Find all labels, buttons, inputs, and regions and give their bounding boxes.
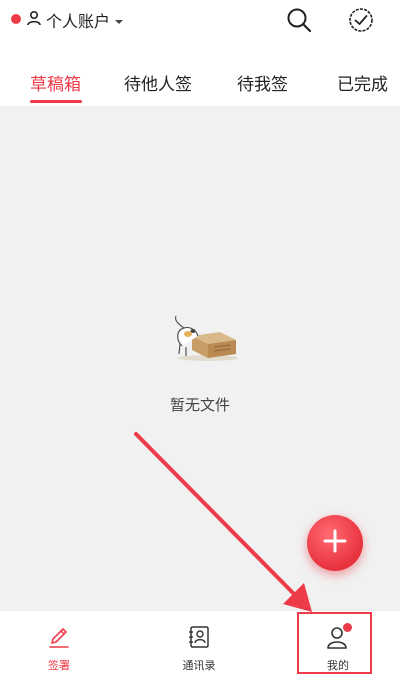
empty-cat-box-illustration — [162, 314, 242, 364]
nav-contacts[interactable]: 通讯录 — [176, 611, 222, 679]
status-tabs: 草稿箱 待他人签 待我签 已完成 — [0, 44, 400, 106]
dropdown-caret-icon — [114, 11, 124, 30]
profile-icon — [323, 622, 353, 651]
account-person-icon — [26, 10, 42, 30]
nav-sign-label: 签署 — [48, 659, 70, 672]
nav-sign[interactable]: 签署 — [37, 611, 81, 679]
tab-awaiting-others[interactable]: 待他人签 — [124, 70, 192, 95]
tab-drafts[interactable]: 草稿箱 — [30, 70, 81, 95]
plus-icon — [322, 528, 348, 558]
contacts-icon — [184, 623, 214, 651]
top-bar: 个人账户 — [0, 0, 400, 44]
pen-icon — [44, 623, 74, 651]
account-switcher[interactable]: 个人账户 — [26, 8, 124, 32]
add-document-button[interactable] — [307, 515, 363, 571]
notification-badge — [342, 622, 353, 633]
search-icon[interactable] — [284, 5, 314, 35]
nav-me[interactable]: 我的 — [318, 611, 358, 679]
empty-state-text: 暂无文件 — [169, 396, 230, 414]
nav-contacts-label: 通讯录 — [182, 659, 216, 672]
tab-completed[interactable]: 已完成 — [337, 70, 388, 95]
check-circle-icon[interactable] — [346, 5, 376, 35]
account-label: 个人账户 — [46, 12, 111, 31]
tab-awaiting-me[interactable]: 待我签 — [237, 70, 288, 95]
notification-dot — [11, 14, 21, 24]
bottom-nav: 签署 通讯录 我的 — [0, 610, 400, 679]
nav-me-label: 我的 — [327, 659, 349, 672]
active-tab-indicator — [30, 100, 82, 103]
